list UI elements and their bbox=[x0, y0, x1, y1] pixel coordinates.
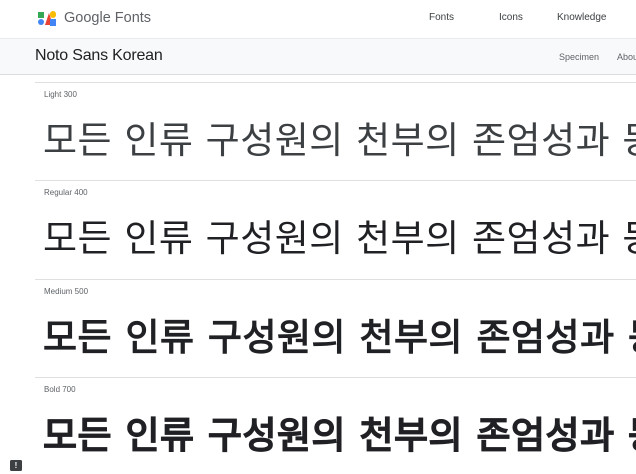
tab-about[interactable]: About bbox=[617, 52, 636, 62]
top-app-bar: Google Fonts Fonts Icons Knowledge bbox=[0, 0, 636, 38]
style-label: Medium 500 bbox=[44, 287, 89, 296]
style-sample-text: 모든 인류 구성원의 천부의 존엄성과 동 bbox=[43, 316, 636, 359]
style-label: Regular 400 bbox=[44, 188, 88, 197]
nav-fonts-link[interactable]: Fonts bbox=[429, 12, 454, 23]
style-row-bold-700[interactable]: Bold 700 모든 인류 구성원의 천부의 존엄성과 동 bbox=[35, 377, 636, 474]
style-sample-text: 모든 인류 구성원의 천부의 존엄성과 동 bbox=[43, 217, 636, 260]
font-family-title: Noto Sans Korean bbox=[35, 47, 163, 64]
tab-specimen[interactable]: Specimen bbox=[559, 52, 599, 62]
brand-name[interactable]: Google Fonts bbox=[64, 10, 151, 26]
feedback-icon[interactable]: ! bbox=[10, 460, 22, 471]
style-label: Light 300 bbox=[44, 90, 77, 99]
style-sample-text: 모든 인류 구성원의 천부의 존엄성과 동 bbox=[43, 119, 636, 162]
style-label: Bold 700 bbox=[44, 385, 76, 394]
family-header-bar: Noto Sans Korean Specimen About bbox=[0, 38, 636, 75]
nav-knowledge-link[interactable]: Knowledge bbox=[557, 12, 606, 23]
style-row-medium-500[interactable]: Medium 500 모든 인류 구성원의 천부의 존엄성과 동 bbox=[35, 279, 636, 378]
nav-icons-link[interactable]: Icons bbox=[499, 12, 523, 23]
style-row-regular-400[interactable]: Regular 400 모든 인류 구성원의 천부의 존엄성과 동 bbox=[35, 180, 636, 279]
google-fonts-logo-icon[interactable] bbox=[38, 10, 57, 27]
styles-list: Light 300 모든 인류 구성원의 천부의 존엄성과 동 Regular … bbox=[0, 82, 636, 474]
style-sample-text: 모든 인류 구성원의 천부의 존엄성과 동 bbox=[43, 414, 636, 458]
style-row-light-300[interactable]: Light 300 모든 인류 구성원의 천부의 존엄성과 동 bbox=[35, 82, 636, 181]
